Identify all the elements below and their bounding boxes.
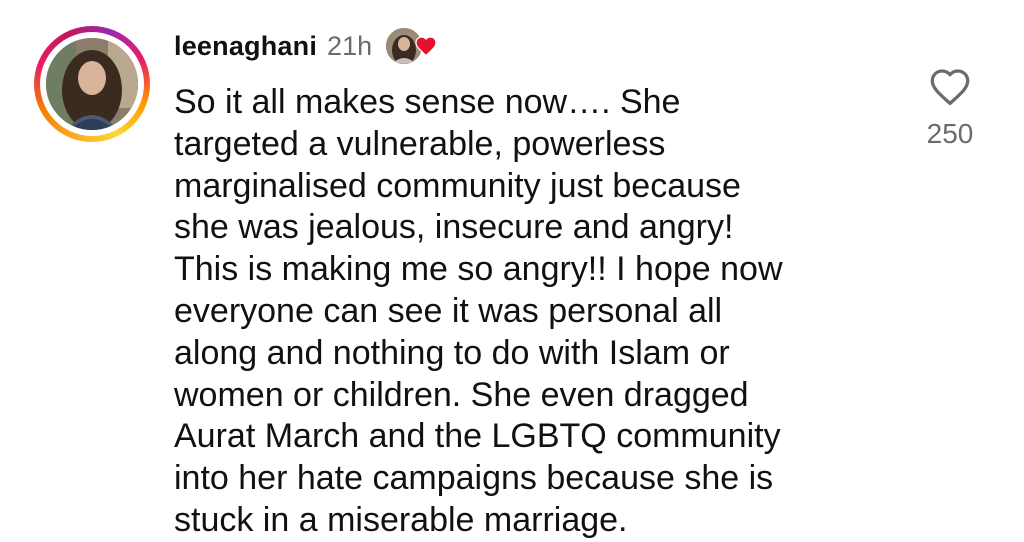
avatar-photo	[46, 38, 138, 130]
like-count: 250	[926, 118, 974, 149]
red-heart-icon	[415, 36, 437, 57]
liked-by-creator-badge	[384, 26, 442, 66]
user-avatar[interactable]	[34, 26, 150, 142]
timestamp: 21h	[327, 30, 373, 61]
comment-body: So it all makes sense now…. She targeted…	[174, 83, 783, 539]
comment-header: leenaghani 21h	[174, 24, 442, 68]
comment-item: leenaghani 21h So it all makes sense now…	[0, 0, 1024, 542]
username[interactable]: leenaghani	[174, 31, 317, 62]
like-section: 250	[914, 66, 986, 150]
heart-outline-icon[interactable]	[928, 66, 972, 108]
